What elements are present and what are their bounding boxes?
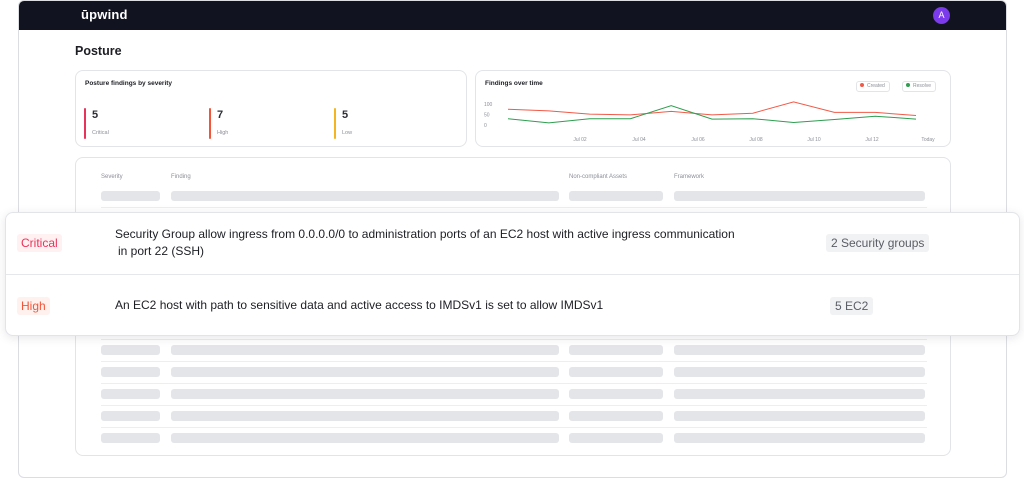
skeleton-cell — [171, 191, 559, 201]
x-tick-label: Jul 06 — [691, 137, 705, 143]
skeleton-cell — [171, 389, 559, 399]
skeleton-cell — [101, 433, 160, 443]
row-divider — [101, 405, 927, 406]
x-tick-label: Jul 10 — [807, 137, 821, 143]
y-tick-label: 0 — [484, 123, 487, 129]
severity-critical[interactable]: 5 Critical — [84, 108, 164, 139]
header-finding[interactable]: Finding — [171, 174, 191, 180]
y-tick-label: 100 — [484, 102, 493, 108]
severity-high[interactable]: 7 High — [209, 108, 289, 139]
row-divider — [101, 207, 927, 208]
page-title: Posture — [75, 44, 122, 58]
header-framework[interactable]: Framework — [674, 174, 704, 180]
row-divider — [101, 383, 927, 384]
low-label: Low — [342, 130, 353, 136]
skeleton-cell — [674, 367, 925, 377]
skeleton-cell — [674, 389, 925, 399]
findings-trend-card: Findings over time Created Resolve 100 50… — [475, 70, 951, 147]
critical-label: Critical — [92, 130, 109, 136]
skeleton-cell — [674, 191, 925, 201]
high-indicator-bar — [209, 108, 211, 139]
finding-line-1: Security Group allow ingress from 0.0.0.… — [115, 227, 735, 241]
skeleton-cell — [569, 367, 663, 377]
top-bar: ūpwind A — [19, 1, 1006, 30]
finding-text: Security Group allow ingress from 0.0.0.… — [115, 226, 815, 260]
critical-indicator-bar — [84, 108, 86, 139]
asset-count-chip[interactable]: 5 EC2 — [830, 297, 874, 315]
skeleton-cell — [101, 389, 160, 399]
series-line-created — [507, 101, 917, 116]
high-label: High — [217, 130, 229, 136]
skeleton-cell — [569, 191, 663, 201]
x-tick-label: Jul 04 — [632, 137, 646, 143]
series-line-resolve — [507, 105, 917, 124]
row-divider — [101, 339, 927, 340]
asset-count-chip[interactable]: 2 Security groups — [826, 234, 930, 252]
skeleton-cell — [569, 345, 663, 355]
x-tick-label: Today — [921, 137, 935, 143]
skeleton-cell — [569, 433, 663, 443]
finding-row-critical[interactable]: Critical Security Group allow ingress fr… — [6, 213, 1019, 274]
header-assets[interactable]: Non-compliant Assets — [569, 174, 627, 180]
low-indicator-bar — [334, 108, 336, 139]
high-count: 7 — [217, 109, 224, 121]
skeleton-cell — [171, 367, 559, 377]
severity-low[interactable]: 5 Low — [334, 108, 414, 139]
finding-line-2: in port 22 (SSH) — [118, 244, 205, 258]
upwind-logo[interactable]: ūpwind — [81, 7, 128, 22]
severity-card: Posture findings by severity 5 Critical … — [75, 70, 467, 147]
severity-card-title: Posture findings by severity — [85, 80, 173, 87]
skeleton-cell — [569, 411, 663, 421]
y-tick-label: 50 — [484, 113, 490, 119]
x-tick-label: Jul 02 — [573, 137, 587, 143]
finding-row-high[interactable]: High An EC2 host with path to sensitive … — [6, 275, 1019, 337]
skeleton-cell — [101, 411, 160, 421]
user-avatar[interactable]: A — [933, 7, 950, 24]
skeleton-cell — [101, 191, 160, 201]
x-tick-label: Jul 08 — [749, 137, 763, 143]
skeleton-cell — [171, 345, 559, 355]
severity-badge-critical: Critical — [17, 234, 62, 252]
skeleton-cell — [674, 433, 925, 443]
skeleton-cell — [101, 345, 160, 355]
findings-line-chart: 100 50 0 Jul 02 Jul 04 Jul 06 Jul 08 Jul 10 Jul … — [484, 101, 935, 143]
skeleton-cell — [674, 345, 925, 355]
highlighted-findings: Critical Security Group allow ingress fr… — [5, 212, 1020, 336]
severity-badge-high: High — [17, 297, 50, 315]
low-count: 5 — [342, 109, 349, 121]
skeleton-cell — [674, 411, 925, 421]
critical-count: 5 — [92, 109, 99, 121]
skeleton-cell — [101, 367, 160, 377]
skeleton-cell — [171, 411, 559, 421]
row-divider — [101, 427, 927, 428]
header-severity[interactable]: Severity — [101, 174, 123, 180]
finding-text: An EC2 host with path to sensitive data … — [115, 298, 604, 312]
row-divider — [101, 361, 927, 362]
skeleton-cell — [171, 433, 559, 443]
skeleton-cell — [569, 389, 663, 399]
x-tick-label: Jul 12 — [865, 137, 879, 143]
